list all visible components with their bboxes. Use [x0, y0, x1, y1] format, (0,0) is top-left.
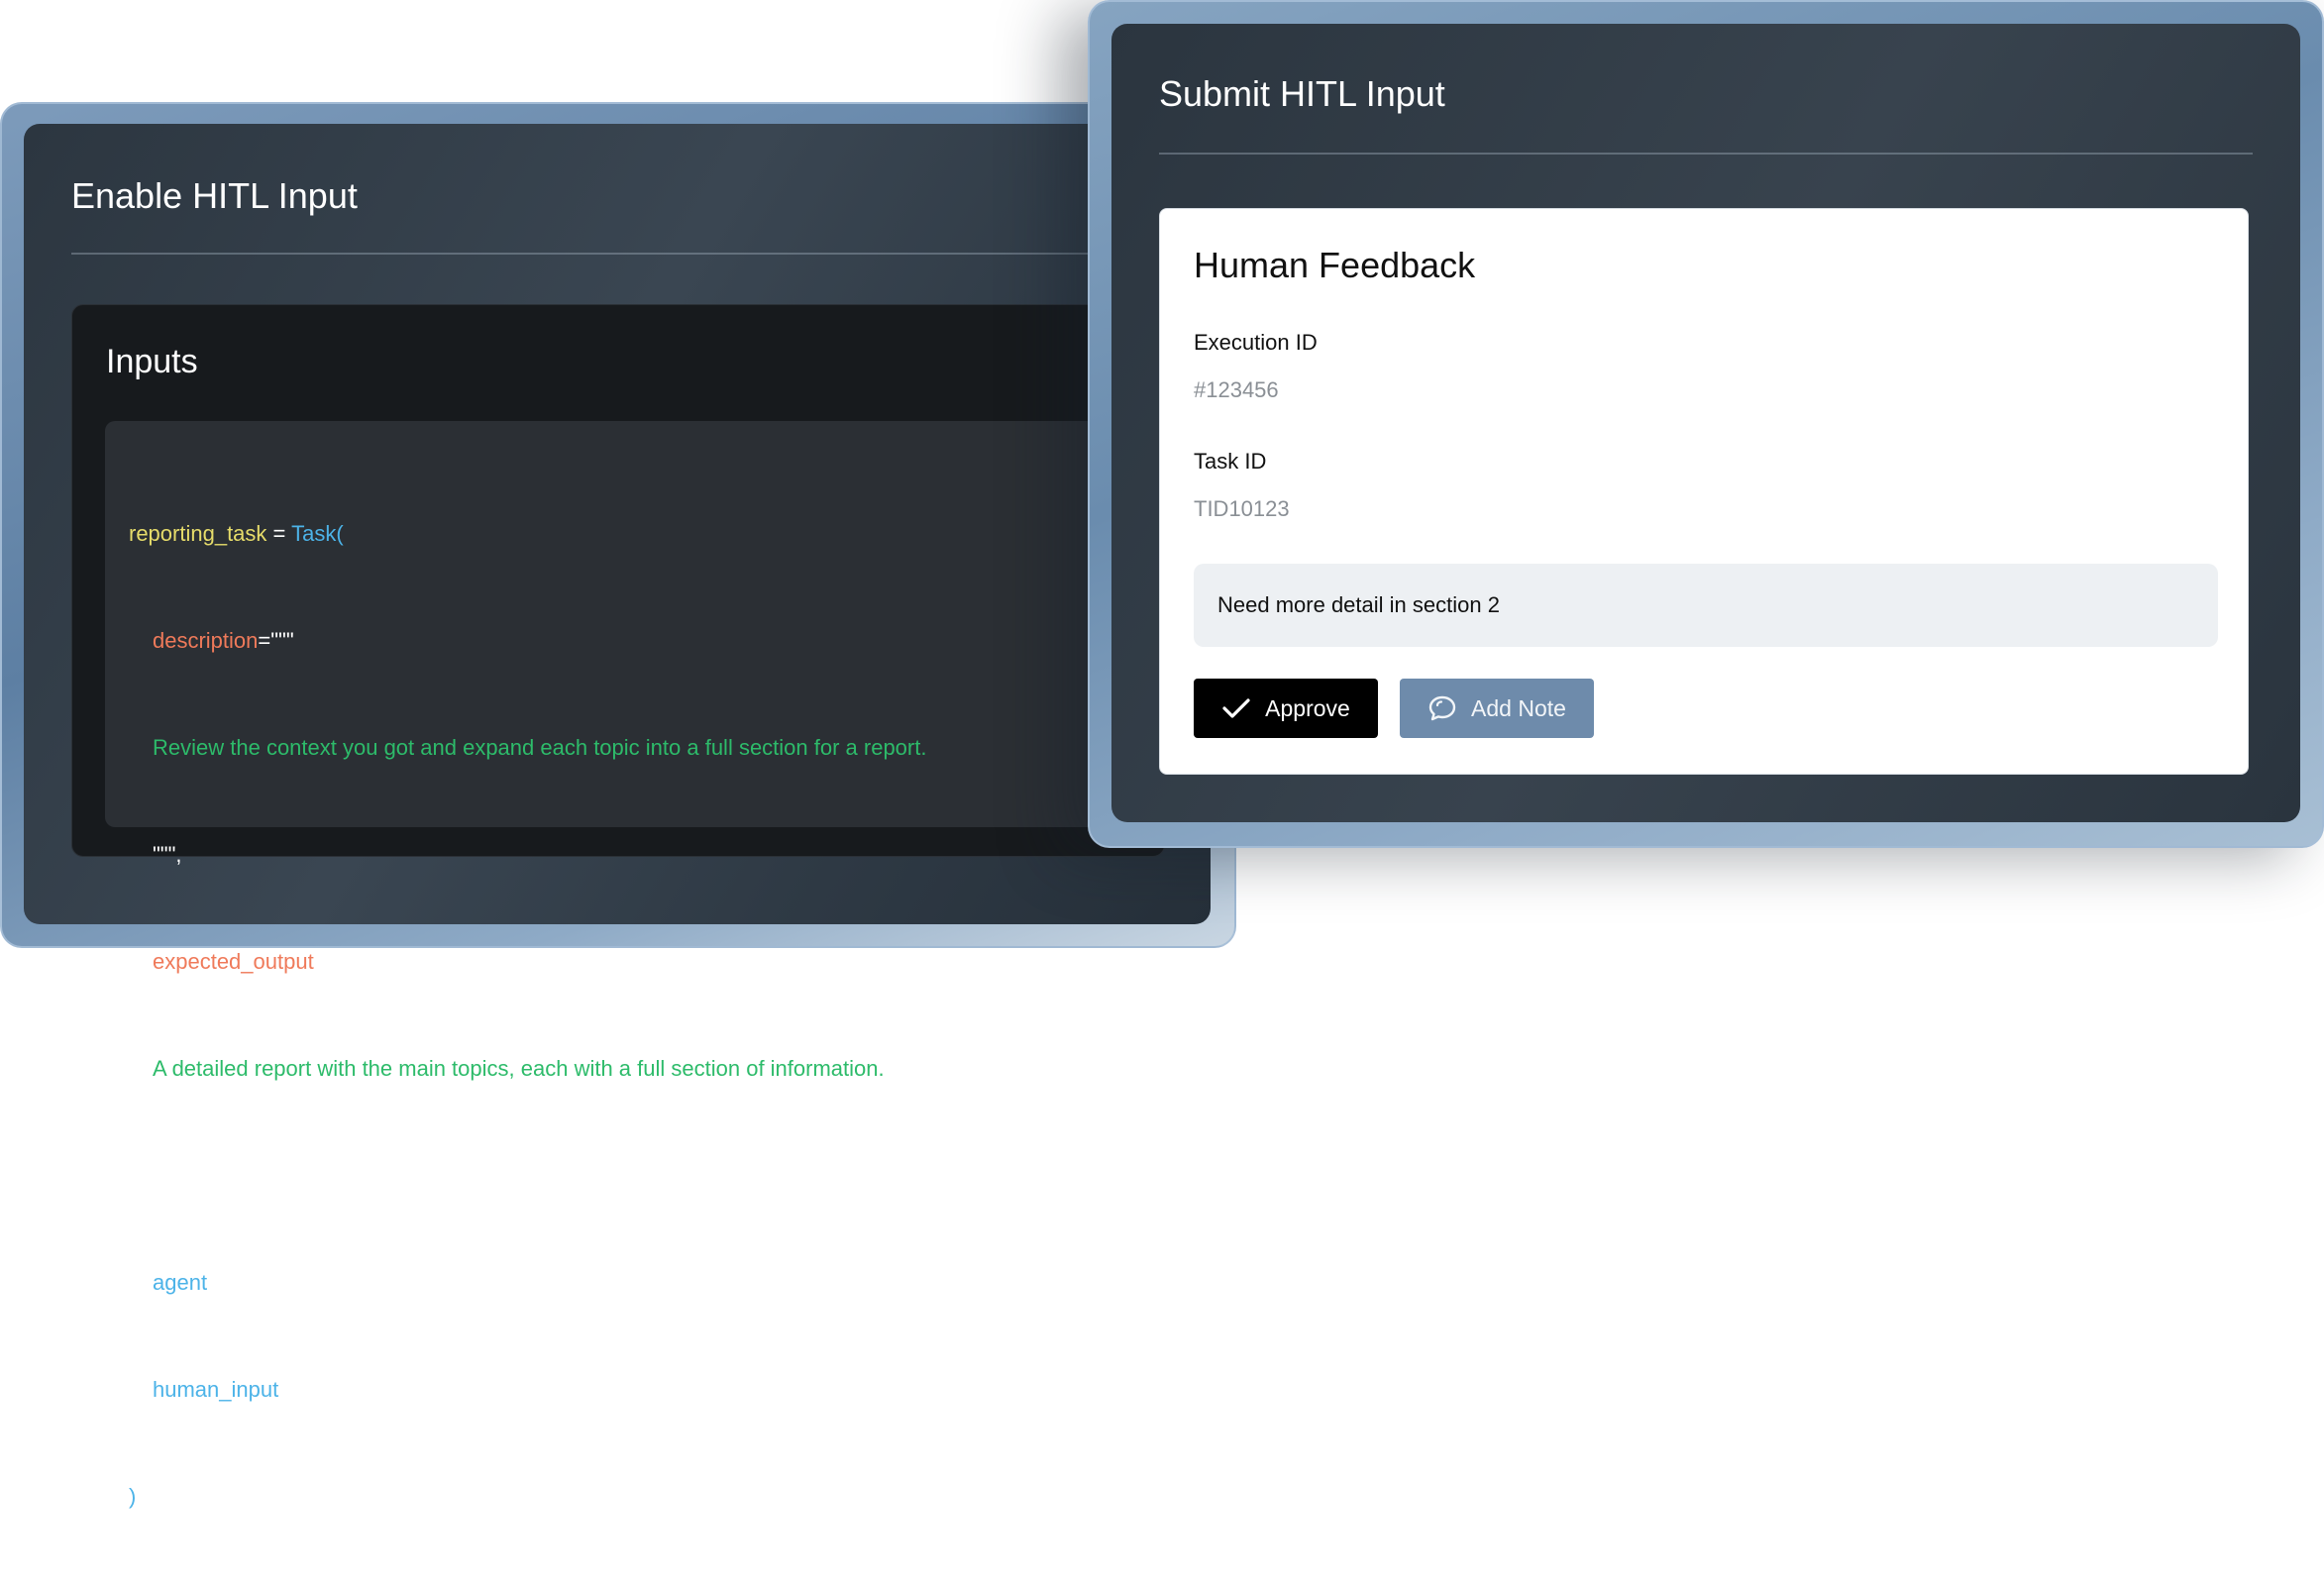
code-assign: =True, — [278, 1377, 342, 1402]
code-call: Task( — [291, 521, 344, 546]
check-icon — [1221, 696, 1251, 720]
code-key: expected_output — [153, 949, 314, 974]
feedback-note-text: Need more detail in section 2 — [1217, 592, 1500, 617]
code-line: expected_output=""" — [129, 944, 1135, 980]
code-key: description — [153, 628, 259, 653]
approve-button[interactable]: Approve — [1194, 679, 1378, 738]
enable-hitl-panel: Enable HITL Input Inputs reporting_task … — [24, 124, 1211, 1509]
task-id-label: Task ID — [1194, 449, 1267, 474]
inputs-card: Inputs reporting_task = Task( descriptio… — [71, 304, 1165, 1509]
code-assign: =""" — [313, 949, 350, 974]
code-string: Review the context you got and expand ea… — [153, 735, 927, 760]
submit-hitl-title: Submit HITL Input — [1159, 73, 1445, 114]
chat-bubble-icon — [1427, 694, 1457, 722]
code-string: A detailed report with the main topics, … — [153, 1056, 885, 1081]
code-line: """, — [129, 1158, 1135, 1194]
code-line: agent=reporting_analyst, — [129, 1265, 1135, 1301]
code-line: human_input=True, — [129, 1372, 1135, 1408]
code-assign: =reporting_analyst, — [207, 1270, 393, 1295]
human-feedback-title: Human Feedback — [1194, 245, 1476, 285]
inputs-title: Inputs — [106, 343, 198, 380]
title-divider — [1159, 153, 2253, 155]
title-divider — [71, 253, 1163, 255]
code-key: human_input — [153, 1377, 279, 1402]
code-variable: reporting_task — [129, 521, 267, 546]
code-block: reporting_task = Task( description=""" R… — [105, 421, 1135, 1509]
code-line: """, — [129, 837, 1135, 873]
code-punctuation: """, — [153, 1163, 182, 1188]
task-id-value: TID10123 — [1194, 496, 1290, 521]
code-line: A detailed report with the main topics, … — [129, 1051, 1135, 1087]
code-assign: =""" — [258, 628, 294, 653]
code-key: agent — [153, 1270, 208, 1295]
code-line: ) — [129, 1479, 1135, 1515]
approve-label: Approve — [1265, 694, 1350, 721]
code-line: reporting_task = Task( — [129, 516, 1135, 552]
add-note-button[interactable]: Add Note — [1400, 679, 1594, 738]
submit-hitl-panel: Submit HITL Input Human Feedback Executi… — [1111, 24, 2300, 822]
code-line: Review the context you got and expand ea… — [129, 730, 1135, 766]
enable-hitl-title: Enable HITL Input — [71, 175, 358, 216]
human-feedback-card: Human Feedback Execution ID #123456 Task… — [1159, 208, 2249, 775]
feedback-note-field[interactable]: Need more detail in section 2 — [1194, 564, 2218, 647]
code-operator: = — [266, 521, 292, 546]
execution-id-label: Execution ID — [1194, 330, 1318, 355]
code-line: description=""" — [129, 623, 1135, 659]
execution-id-value: #123456 — [1194, 377, 1279, 402]
code-close-paren: ) — [129, 1484, 137, 1509]
add-note-label: Add Note — [1471, 694, 1566, 721]
code-punctuation: """, — [153, 842, 182, 867]
